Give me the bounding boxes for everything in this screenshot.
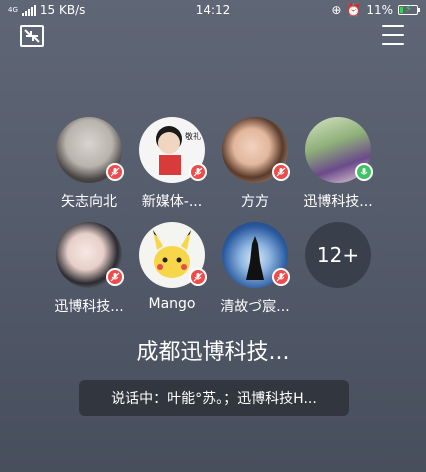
battery-icon: ⚡ bbox=[398, 4, 420, 15]
collapse-arrows-icon[interactable] bbox=[20, 25, 44, 47]
avatar bbox=[305, 117, 373, 183]
svg-text:敬礼: 敬礼 bbox=[185, 131, 201, 141]
avatar: 敬礼 bbox=[139, 117, 207, 183]
member-tile[interactable]: Mango bbox=[126, 222, 218, 312]
member-tile[interactable]: 方方 bbox=[209, 117, 301, 211]
member-name: 矢志向北 bbox=[61, 194, 117, 210]
avatar bbox=[56, 222, 124, 288]
member-name: 迅博科技... bbox=[303, 194, 373, 210]
member-tile[interactable]: 清故づ宸... bbox=[209, 222, 301, 316]
speaking-indicator: 说话中：叶能°苏。；迅博科技H... bbox=[79, 380, 349, 416]
more-count[interactable]: 12+ bbox=[305, 222, 371, 288]
member-name: 清故づ宸... bbox=[220, 299, 290, 315]
member-tile[interactable]: 敬礼 新媒体-... bbox=[126, 117, 218, 211]
avatar bbox=[222, 222, 290, 288]
avatar bbox=[56, 117, 124, 183]
avatar bbox=[222, 117, 290, 183]
status-bar: 4G 15 KB/s 14:12 ⊕ ⏰ 11% ⚡ bbox=[0, 0, 426, 22]
member-name: 方方 bbox=[241, 194, 269, 210]
member-tile[interactable]: 迅博科技... bbox=[292, 117, 384, 211]
mic-muted-icon bbox=[272, 268, 290, 286]
room-title: 成都迅博科技... bbox=[136, 340, 290, 365]
mic-muted-icon bbox=[189, 268, 207, 286]
hamburger-menu-icon[interactable] bbox=[382, 25, 404, 45]
mic-on-icon bbox=[355, 163, 373, 181]
member-name: Mango bbox=[148, 296, 196, 312]
battery-percent: 11% bbox=[366, 3, 393, 17]
mic-muted-icon bbox=[272, 163, 290, 181]
member-tile[interactable]: 矢志向北 bbox=[43, 117, 135, 211]
mic-muted-icon bbox=[106, 268, 124, 286]
member-tile[interactable]: 迅博科技... bbox=[43, 222, 135, 316]
more-members-button[interactable]: 12+ bbox=[292, 222, 384, 288]
alarm-icon: ⏰ bbox=[346, 3, 362, 17]
lock-rotation-icon: ⊕ bbox=[331, 3, 342, 17]
member-name: 新媒体-... bbox=[141, 194, 203, 210]
member-name: 迅博科技... bbox=[54, 299, 124, 315]
mic-muted-icon bbox=[106, 163, 124, 181]
mic-muted-icon bbox=[189, 163, 207, 181]
avatar bbox=[139, 222, 207, 288]
status-right: ⊕ ⏰ 11% ⚡ bbox=[331, 3, 420, 17]
